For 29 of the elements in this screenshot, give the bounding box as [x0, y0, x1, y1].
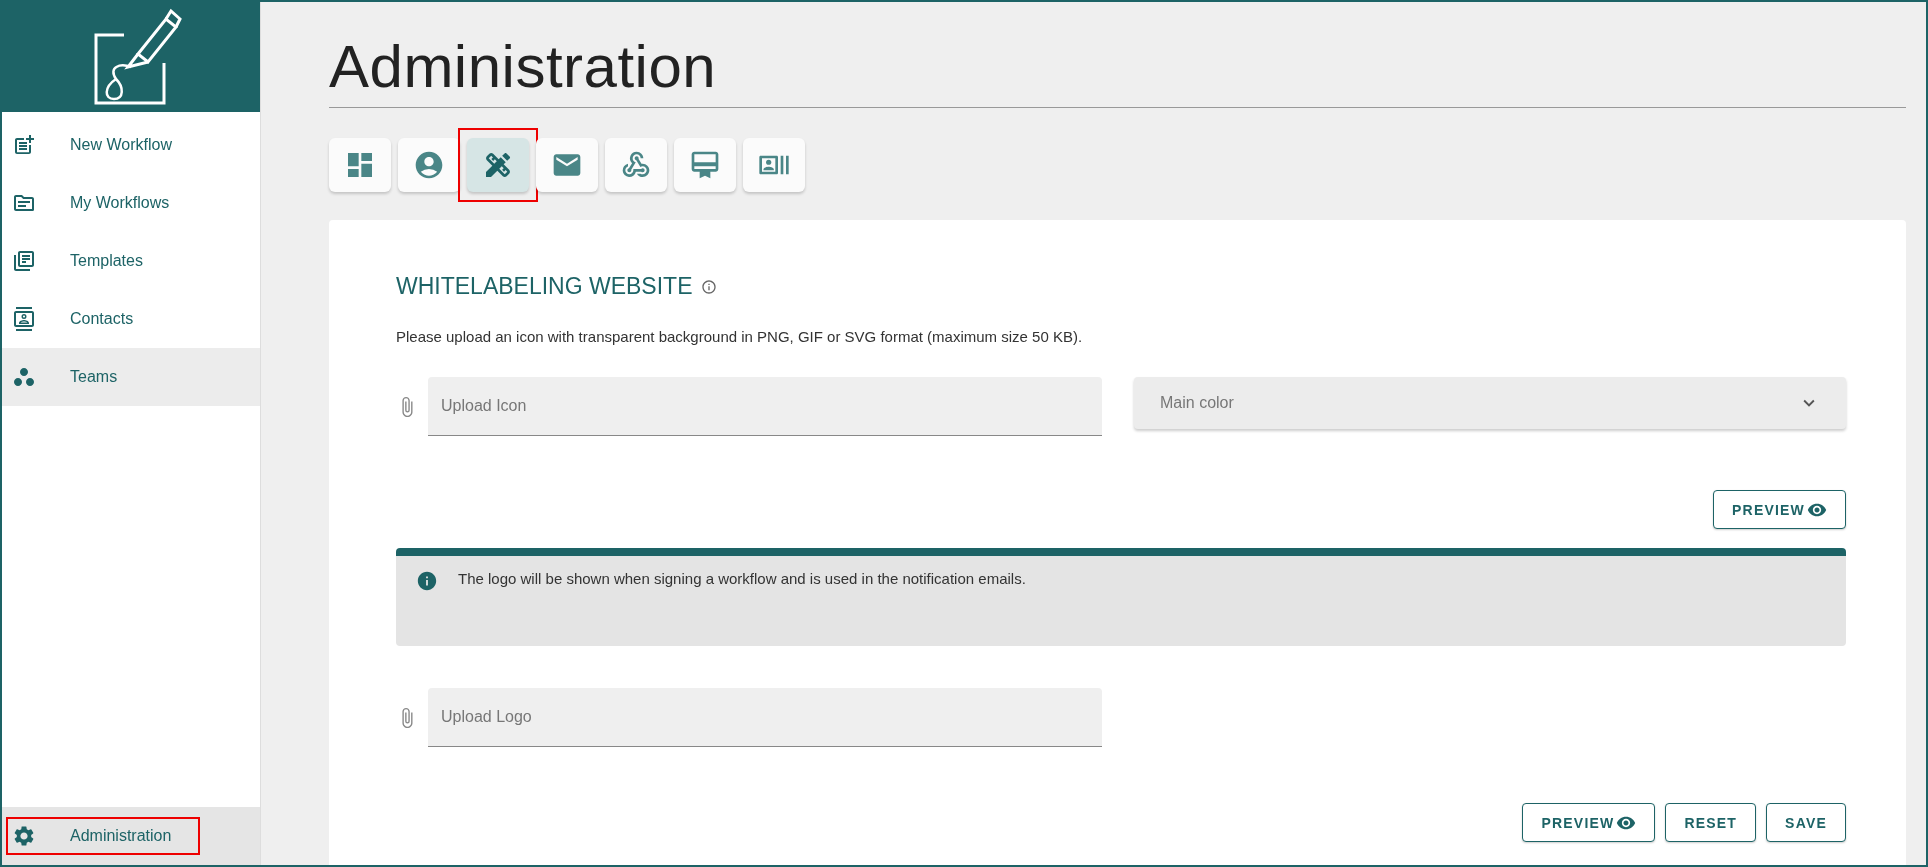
certificate-icon [689, 149, 721, 181]
contact-card-icon [12, 307, 36, 331]
nav-item[interactable]: Teams [2, 348, 260, 406]
certificate-tab[interactable] [674, 138, 736, 192]
info-text: The logo will be shown when signing a workflow and is used in the notification emails. [458, 570, 1026, 587]
info-icon[interactable] [700, 278, 717, 295]
preview-button[interactable]: PREVIEW [1522, 803, 1656, 842]
account-tab[interactable] [398, 138, 460, 192]
upload-icon-field[interactable]: Upload Icon [428, 377, 1102, 436]
upload-logo-field[interactable]: Upload Logo [428, 688, 1102, 747]
nav-item[interactable]: Administration [2, 807, 260, 865]
note-add-icon [12, 133, 36, 157]
contact-list-tab[interactable] [743, 138, 805, 192]
main-color-select[interactable]: Main color [1134, 377, 1846, 429]
email-tab[interactable] [536, 138, 598, 192]
save-button[interactable]: SAVE [1766, 803, 1846, 842]
page-title: Administration [329, 32, 1906, 108]
settings-icon [12, 824, 36, 848]
preview-button[interactable]: PREVIEW [1713, 490, 1846, 529]
design-tools-tab[interactable] [467, 138, 529, 192]
description-text: Please upload an icon with transparent background in PNG, GIF or SVG format (maximum size 50 KB). [396, 328, 1084, 345]
section-heading: WHITELABELING WEBSITE [396, 273, 693, 300]
account-icon [413, 149, 445, 181]
reset-button[interactable]: RESET [1665, 803, 1757, 842]
dashboard-tab[interactable] [329, 138, 391, 192]
webhook-tab[interactable] [605, 138, 667, 192]
team-icon [12, 365, 36, 389]
info-icon [416, 570, 438, 592]
documents-icon [12, 249, 36, 273]
